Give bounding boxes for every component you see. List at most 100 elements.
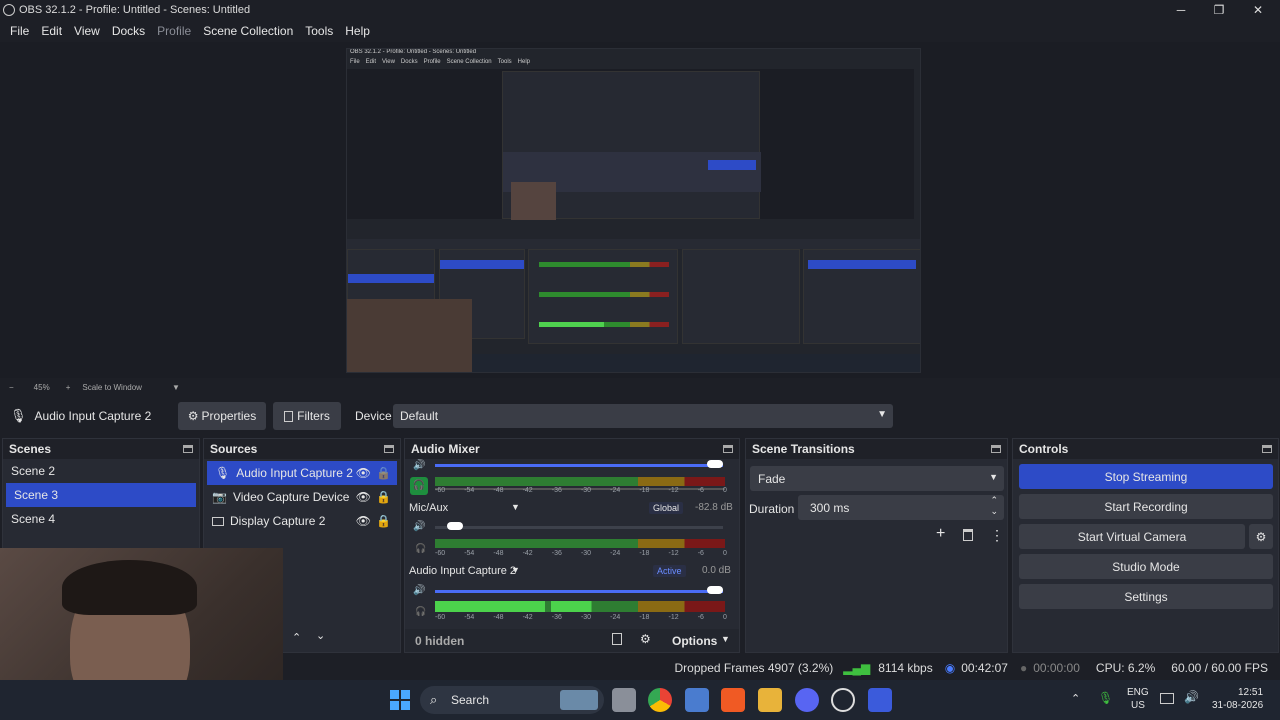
window-title: OBS 32.1.2 - Profile: Untitled - Scenes:… <box>19 4 251 16</box>
volume-icon[interactable]: 🔊 <box>1184 690 1199 704</box>
source-item[interactable]: Display Capture 2 👁 🔒 <box>204 509 400 533</box>
menu-tools[interactable]: Tools <box>299 24 339 38</box>
dropped-frames: Dropped Frames 4907 (3.2%) <box>674 661 834 675</box>
nested-nested-capture <box>502 71 761 220</box>
zoom-mode-select[interactable]: Scale to Window <box>82 383 142 392</box>
scene-transitions-title: Scene Transitions <box>752 442 855 456</box>
chevron-down-icon[interactable]: ▼ <box>511 565 520 575</box>
chevron-down-icon[interactable]: ▼ <box>172 383 180 392</box>
undock-icon[interactable] <box>1262 445 1272 453</box>
menu-scene-collection[interactable]: Scene Collection <box>197 24 299 38</box>
add-icon[interactable]: + <box>936 525 945 543</box>
scene-label: Scene 2 <box>11 464 56 478</box>
eye-icon[interactable]: 👁 <box>356 490 371 504</box>
obs-taskbar-icon[interactable] <box>831 688 855 712</box>
duration-spinbox[interactable]: 300 ms ⌃ ⌄ <box>798 495 1004 520</box>
scene-item-selected[interactable]: Scene 3 <box>6 483 196 507</box>
task-view-icon[interactable] <box>612 688 636 712</box>
eye-icon[interactable]: 👁 <box>356 466 371 480</box>
lock-icon[interactable]: 🔒 <box>376 490 391 504</box>
lock-icon[interactable]: 🔒 <box>376 466 391 480</box>
chevron-down-icon[interactable]: ⌄ <box>990 506 998 517</box>
settings-button[interactable]: Settings <box>1019 584 1273 609</box>
preview-nested-obs-capture: OBS 32.1.2 - Profile: Untitled - Scenes:… <box>346 48 921 373</box>
undock-icon[interactable] <box>183 445 193 453</box>
app-taskbar-icon[interactable] <box>868 688 892 712</box>
chevron-up-icon[interactable]: ⌃ <box>990 495 998 506</box>
minimize-button[interactable]: ─ <box>1163 0 1199 20</box>
start-recording-button[interactable]: Start Recording <box>1019 494 1273 519</box>
move-up-button[interactable]: ⌃ <box>292 631 301 644</box>
nested-menu-item: Docks <box>400 59 418 65</box>
menu-view[interactable]: View <box>68 24 106 38</box>
undock-icon[interactable] <box>384 445 394 453</box>
studio-mode-button[interactable]: Studio Mode <box>1019 554 1273 579</box>
zoom-value: 45% <box>33 382 50 392</box>
speaker-icon[interactable]: 🔊 <box>413 460 425 471</box>
volume-slider[interactable] <box>435 526 723 529</box>
zoom-in-button[interactable]: + <box>66 383 71 392</box>
layout-icon[interactable] <box>612 633 622 645</box>
options-button[interactable]: Options <box>672 634 717 648</box>
network-icon[interactable] <box>1160 693 1174 704</box>
stop-streaming-button[interactable]: Stop Streaming <box>1019 464 1273 489</box>
menu-edit[interactable]: Edit <box>35 24 68 38</box>
volume-slider-handle[interactable] <box>707 460 723 468</box>
clock-date[interactable]: 31-08-2026 <box>1212 700 1263 711</box>
discord-icon[interactable] <box>795 688 819 712</box>
start-virtual-camera-button[interactable]: Start Virtual Camera <box>1019 524 1245 549</box>
clock-time[interactable]: 12:51 <box>1238 687 1263 698</box>
move-down-button[interactable]: ⌄ <box>316 629 325 642</box>
undock-icon[interactable] <box>991 445 1001 453</box>
chevron-down-icon[interactable]: ▼ <box>511 502 520 512</box>
chevron-down-icon[interactable]: ▼ <box>721 634 730 644</box>
zoom-out-button[interactable]: − <box>9 383 14 392</box>
chevron-up-icon[interactable]: ⌃ <box>1071 692 1080 705</box>
headphone-icon[interactable]: 🎧 <box>415 543 426 554</box>
volume-slider[interactable] <box>435 590 723 593</box>
speaker-icon[interactable]: 🔊 <box>413 585 425 596</box>
scene-item[interactable]: Scene 2 <box>3 459 199 483</box>
file-explorer-icon[interactable] <box>758 688 782 712</box>
mic-icon: 🎙 <box>10 408 27 423</box>
stream-time: 00:42:07 <box>961 661 1008 675</box>
menu-file[interactable]: File <box>4 24 35 38</box>
windows-start-icon[interactable] <box>390 690 410 710</box>
filters-button[interactable]: Filters <box>273 402 341 430</box>
lock-icon[interactable]: 🔒 <box>376 514 391 528</box>
gear-icon[interactable]: ⚙ <box>1249 524 1273 549</box>
mic-tray-icon[interactable]: 🎙 <box>1098 691 1113 705</box>
volume-slider[interactable] <box>435 464 723 467</box>
scene-item[interactable]: Scene 4 <box>3 507 199 531</box>
obs-logo-icon <box>3 4 15 16</box>
menu-help[interactable]: Help <box>339 24 376 38</box>
gear-icon[interactable]: ⚙ <box>640 632 651 646</box>
eye-icon[interactable]: 👁 <box>356 514 371 528</box>
monitor-headphone-icon[interactable]: 🎧 <box>410 477 428 495</box>
speaker-icon[interactable]: 🔊 <box>413 521 425 532</box>
store-icon[interactable] <box>685 688 709 712</box>
headphone-icon[interactable]: 🎧 <box>415 606 426 617</box>
audio-meter <box>435 477 725 486</box>
undock-icon[interactable] <box>723 445 733 453</box>
source-item-selected[interactable]: 🎙 Audio Input Capture 2 👁 🔒 <box>207 461 397 485</box>
maximize-button[interactable]: ❐ <box>1201 0 1237 20</box>
lang-secondary[interactable]: US <box>1131 700 1145 711</box>
search-highlight-icon <box>560 690 598 710</box>
volume-slider-handle[interactable] <box>707 586 723 594</box>
menu-docks[interactable]: Docks <box>106 24 151 38</box>
properties-button[interactable]: ⚙ Properties <box>178 402 266 430</box>
trash-icon[interactable] <box>963 529 973 541</box>
volume-slider-handle[interactable] <box>447 522 463 530</box>
chrome-icon[interactable] <box>648 688 672 712</box>
transition-select[interactable]: Fade ▼ <box>750 466 1004 491</box>
device-select[interactable]: Default ▼ <box>393 404 893 428</box>
more-icon[interactable]: ⋮ <box>990 527 1004 544</box>
brave-icon[interactable] <box>721 688 745 712</box>
close-button[interactable]: ✕ <box>1240 0 1276 20</box>
taskbar-search[interactable]: ⌕ Search <box>420 686 604 714</box>
monitor-icon <box>212 516 224 526</box>
source-item[interactable]: 📷 Video Capture Device 👁 🔒 <box>204 485 400 509</box>
menu-profile[interactable]: Profile <box>151 24 197 38</box>
lang-primary[interactable]: ENG <box>1127 687 1149 698</box>
